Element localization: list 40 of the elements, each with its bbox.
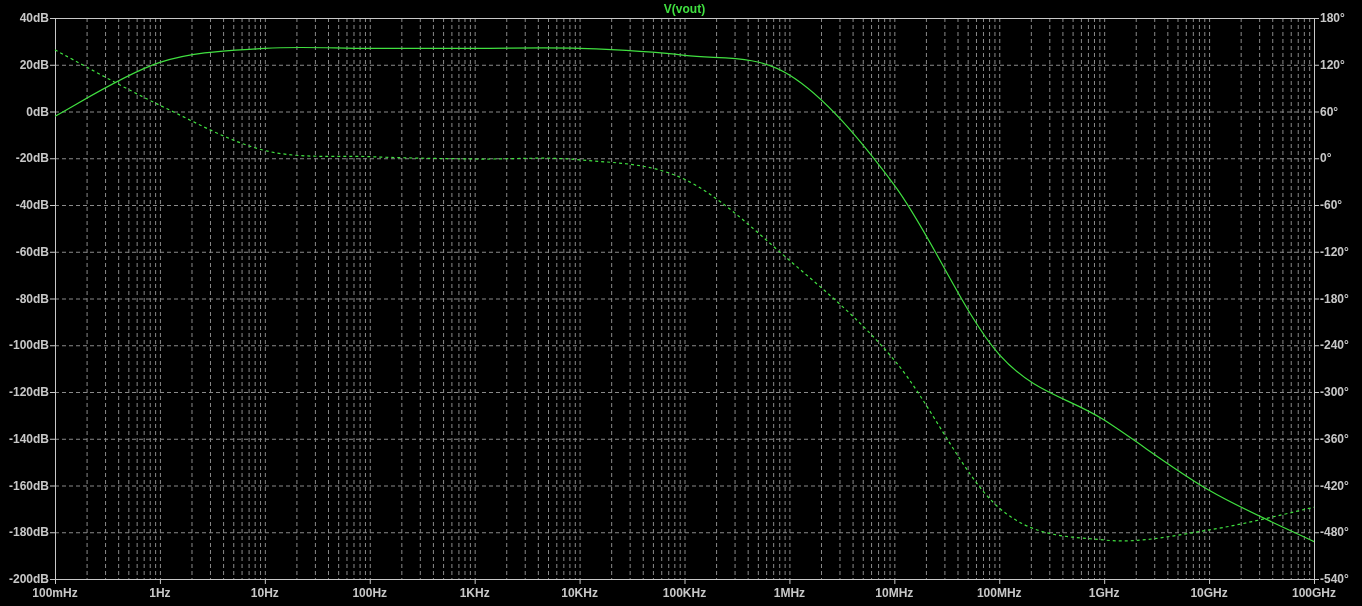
x-axis-label: 100mHz [32,586,78,600]
x-axis-label: 10GHz [1190,586,1228,600]
x-axis-label: 100Hz [352,586,388,600]
y-axis-label: -180dB [9,525,49,540]
y-axis-label: 20dB [19,57,49,72]
x-axis-label: 100MHz [976,586,1022,600]
phase-axis-label: -240° [1320,338,1349,353]
phase-axis-label: -540° [1320,572,1349,586]
x-axis-label: 1Hz [149,586,171,600]
chart-title: V(vout) [663,2,706,16]
y-axis-label: -120dB [9,385,49,399]
phase-axis-label: -420° [1320,478,1349,493]
y-axis-label: -80dB [15,291,49,306]
phase-axis-label: -300° [1320,385,1349,399]
phase-axis-label: -480° [1320,525,1349,540]
phase-axis-label: 0° [1320,151,1332,166]
phase-axis-label: -60° [1320,198,1343,212]
x-axis-label: 1KHz [459,586,490,600]
y-axis-label: -140dB [9,431,49,446]
y-axis-label: -60dB [15,244,49,259]
x-axis-label: 10Hz [250,586,279,600]
y-axis-label: -100dB [9,338,49,353]
x-axis-label: 1GHz [1088,586,1120,600]
x-axis-label: 10MHz [875,586,914,600]
y-axis-label: -160dB [9,478,49,493]
y-axis-label: 40dB [19,11,49,25]
x-axis-label: 1MHz [773,586,806,600]
phase-axis-label: -360° [1320,431,1349,446]
phase-axis-label: 180° [1320,11,1345,25]
y-axis-label: -40dB [15,198,49,212]
x-axis-label: 100GHz [1292,586,1336,600]
x-axis-label: 10KHz [561,586,598,600]
y-axis-label: -200dB [9,572,49,586]
y-axis-label: 0dB [26,104,49,119]
phase-axis-label: 60° [1320,104,1339,119]
phase-axis-label: -180° [1320,291,1349,306]
x-axis-label: 100KHz [662,586,707,600]
phase-axis-label: -120° [1320,244,1349,259]
y-axis-label: -20dB [15,151,49,166]
phase-axis-label: 120° [1320,57,1345,72]
